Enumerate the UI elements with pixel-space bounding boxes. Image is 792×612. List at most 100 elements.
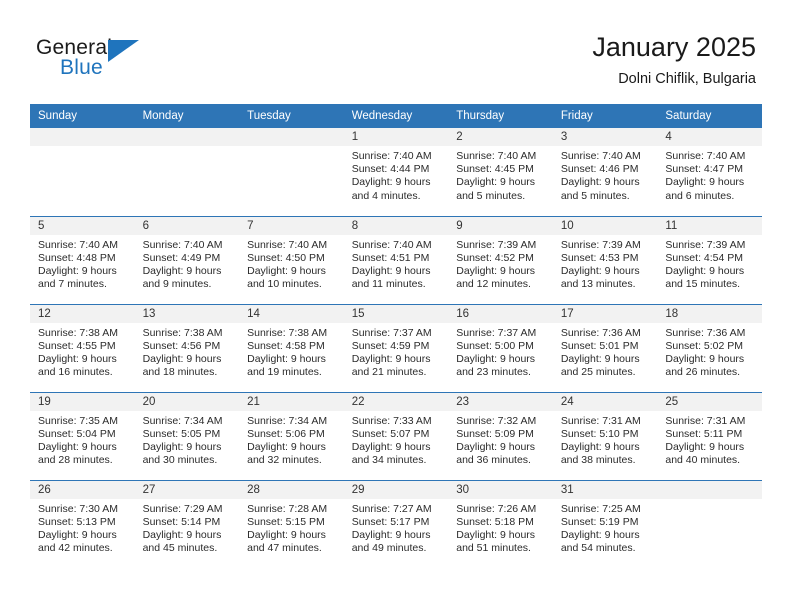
- sunset-text: Sunset: 5:05 PM: [142, 427, 221, 440]
- weekday-header-thursday: Thursday: [448, 104, 553, 128]
- day-sun-info: Sunrise: 7:38 AM Sunset: 4:58 PM Daylight:…: [239, 323, 344, 380]
- calendar-day-cell[interactable]: 27 Sunrise: 7:29 AM Sunset: 5:14 PM Dayligh…: [134, 479, 240, 569]
- weekday-header-tuesday: Tuesday: [239, 104, 344, 128]
- calendar-day-cell[interactable]: 26 Sunrise: 7:30 AM Sunset: 5:13 PM Dayligh…: [30, 479, 135, 569]
- day-number: 26: [30, 480, 135, 499]
- day-number: 10: [552, 216, 658, 235]
- sunset-text: Sunset: 4:58 PM: [247, 339, 325, 352]
- calendar-day-cell[interactable]: 13 Sunrise: 7:38 AM Sunset: 4:56 PM Dayligh…: [134, 303, 240, 392]
- day-sun-info: Sunrise: 7:38 AM Sunset: 4:56 PM Daylight:…: [135, 323, 240, 380]
- day-sun-info: Sunrise: 7:33 AM Sunset: 5:07 PM Daylight:…: [344, 411, 449, 468]
- daylight-text: Daylight: 9 hours and 42 minutes.: [38, 528, 117, 555]
- calendar-day-cell[interactable]: 25 Sunrise: 7:31 AM Sunset: 5:11 PM Dayligh…: [657, 391, 762, 480]
- calendar-day-cell[interactable]: 19 Sunrise: 7:35 AM Sunset: 5:04 PM Dayligh…: [30, 391, 135, 480]
- calendar-day-cell[interactable]: 16 Sunrise: 7:37 AM Sunset: 5:00 PM Dayligh…: [448, 303, 553, 392]
- day-cell-content: 3 Sunrise: 7:40 AM Sunset: 4:46 PM Daylight…: [552, 128, 658, 216]
- triangle-right-icon: [108, 40, 139, 62]
- calendar-day-cell-empty: [134, 128, 240, 216]
- day-cell-content: 6 Sunrise: 7:40 AM Sunset: 4:49 PM Daylight…: [134, 216, 240, 304]
- day-number: 6: [134, 216, 240, 235]
- day-cell-content: 27 Sunrise: 7:29 AM Sunset: 5:14 PM Dayligh…: [134, 480, 240, 569]
- calendar-day-cell[interactable]: 2 Sunrise: 7:40 AM Sunset: 4:45 PM Daylight…: [448, 128, 553, 216]
- day-sun-info: Sunrise: 7:34 AM Sunset: 5:06 PM Daylight:…: [239, 411, 344, 468]
- day-number: 20: [134, 392, 240, 411]
- calendar-day-cell[interactable]: 29 Sunrise: 7:27 AM Sunset: 5:17 PM Dayligh…: [343, 479, 449, 568]
- day-cell-content: 19 Sunrise: 7:35 AM Sunset: 5:04 PM Dayligh…: [30, 392, 135, 480]
- calendar-day-cell[interactable]: 23 Sunrise: 7:32 AM Sunset: 5:09 PM Dayligh…: [448, 391, 553, 480]
- sunrise-text: Sunrise: 7:40 AM: [247, 238, 328, 251]
- day-cell-content: 23 Sunrise: 7:32 AM Sunset: 5:09 PM Dayligh…: [448, 392, 553, 480]
- day-cell-content: 26 Sunrise: 7:30 AM Sunset: 5:13 PM Dayligh…: [30, 480, 135, 569]
- calendar-day-cell[interactable]: 15 Sunrise: 7:37 AM Sunset: 4:59 PM Dayligh…: [343, 303, 449, 392]
- calendar-day-cell[interactable]: 30 Sunrise: 7:26 AM Sunset: 5:18 PM Dayligh…: [448, 479, 553, 568]
- calendar-day-cell[interactable]: 28 Sunrise: 7:28 AM Sunset: 5:15 PM Dayligh…: [239, 479, 344, 568]
- day-cell-content: 31 Sunrise: 7:25 AM Sunset: 5:19 PM Dayligh…: [552, 480, 658, 569]
- calendar-day-cell[interactable]: 10 Sunrise: 7:39 AM Sunset: 4:53 PM Dayligh…: [552, 215, 658, 304]
- weekday-header-monday: Monday: [134, 104, 240, 128]
- daylight-text: Daylight: 9 hours and 4 minutes.: [351, 176, 431, 202]
- sunrise-text: Sunrise: 7:36 AM: [665, 326, 746, 339]
- daylight-text: Daylight: 9 hours and 51 minutes.: [456, 528, 536, 555]
- sunrise-text: Sunrise: 7:40 AM: [351, 150, 432, 162]
- day-sun-info: Sunrise: 7:37 AM Sunset: 5:00 PM Daylight:…: [448, 323, 553, 380]
- calendar-day-cell[interactable]: 6 Sunrise: 7:40 AM Sunset: 4:49 PM Daylight…: [134, 215, 240, 304]
- day-cell-content: 24 Sunrise: 7:31 AM Sunset: 5:10 PM Dayligh…: [552, 392, 658, 480]
- day-number: 4: [657, 128, 762, 146]
- calendar-day-cell[interactable]: 24 Sunrise: 7:31 AM Sunset: 5:10 PM Dayligh…: [552, 391, 658, 480]
- daylight-text: Daylight: 9 hours and 10 minutes.: [247, 264, 326, 291]
- day-sun-info: Sunrise: 7:31 AM Sunset: 5:10 PM Daylight:…: [553, 411, 658, 468]
- day-sun-info: Sunrise: 7:34 AM Sunset: 5:05 PM Daylight:…: [135, 411, 240, 468]
- sunset-text: Sunset: 4:55 PM: [38, 339, 116, 352]
- daylight-text: Daylight: 9 hours and 30 minutes.: [142, 440, 222, 467]
- page-subtitle: Dolni Chiflik, Bulgaria: [618, 71, 756, 87]
- calendar-day-cell-empty: [239, 128, 344, 216]
- sunrise-text: Sunrise: 7:36 AM: [560, 326, 641, 339]
- daylight-text: Daylight: 9 hours and 25 minutes.: [560, 352, 640, 379]
- sunrise-text: Sunrise: 7:38 AM: [142, 326, 223, 339]
- calendar-day-cell[interactable]: 22 Sunrise: 7:33 AM Sunset: 5:07 PM Dayligh…: [343, 391, 449, 480]
- sunrise-text: Sunrise: 7:30 AM: [38, 502, 118, 515]
- sunrise-text: Sunrise: 7:38 AM: [38, 326, 118, 339]
- day-number: 8: [343, 216, 449, 235]
- day-sun-info: Sunrise: 7:40 AM Sunset: 4:45 PM Daylight:…: [448, 146, 553, 203]
- calendar-day-cell[interactable]: 20 Sunrise: 7:34 AM Sunset: 5:05 PM Dayligh…: [134, 391, 240, 480]
- sunrise-text: Sunrise: 7:40 AM: [142, 238, 223, 251]
- sunset-text: Sunset: 5:02 PM: [665, 339, 744, 352]
- sunrise-text: Sunrise: 7:40 AM: [351, 238, 432, 251]
- daylight-text: Daylight: 9 hours and 54 minutes.: [560, 528, 640, 555]
- day-sun-info: Sunrise: 7:31 AM Sunset: 5:11 PM Daylight:…: [657, 411, 762, 468]
- day-number: 28: [239, 480, 344, 499]
- calendar-day-cell[interactable]: 4 Sunrise: 7:40 AM Sunset: 4:47 PM Daylight…: [657, 128, 762, 216]
- day-cell-content: 4 Sunrise: 7:40 AM Sunset: 4:47 PM Daylight…: [657, 128, 762, 216]
- calendar-day-cell[interactable]: 21 Sunrise: 7:34 AM Sunset: 5:06 PM Dayligh…: [239, 391, 344, 480]
- day-number: 21: [239, 392, 344, 411]
- day-cell-content: 7 Sunrise: 7:40 AM Sunset: 4:50 PM Daylight…: [239, 216, 344, 304]
- day-sun-info: Sunrise: 7:25 AM Sunset: 5:19 PM Daylight:…: [553, 499, 658, 556]
- calendar-day-cell[interactable]: 5 Sunrise: 7:40 AM Sunset: 4:48 PM Daylight…: [30, 215, 135, 304]
- day-cell-content: 10 Sunrise: 7:39 AM Sunset: 4:53 PM Dayligh…: [552, 216, 658, 304]
- day-sun-info: Sunrise: 7:39 AM Sunset: 4:53 PM Daylight:…: [553, 235, 658, 292]
- calendar-day-cell[interactable]: 17 Sunrise: 7:36 AM Sunset: 5:01 PM Dayligh…: [552, 303, 658, 392]
- calendar-day-cell[interactable]: 8 Sunrise: 7:40 AM Sunset: 4:51 PM Daylight…: [343, 215, 449, 304]
- day-cell-content: 17 Sunrise: 7:36 AM Sunset: 5:01 PM Dayligh…: [552, 304, 658, 392]
- daylight-text: Daylight: 9 hours and 7 minutes.: [38, 264, 117, 291]
- calendar-day-cell[interactable]: 9 Sunrise: 7:39 AM Sunset: 4:52 PM Daylight…: [448, 215, 553, 304]
- calendar-day-cell[interactable]: 12 Sunrise: 7:38 AM Sunset: 4:55 PM Dayligh…: [30, 303, 135, 392]
- sunset-text: Sunset: 4:52 PM: [456, 251, 534, 264]
- sunset-text: Sunset: 5:13 PM: [38, 515, 116, 528]
- day-cell-content: [239, 128, 344, 216]
- logo-text-blue: Blue: [60, 56, 103, 79]
- calendar-day-cell[interactable]: 31 Sunrise: 7:25 AM Sunset: 5:19 PM Dayligh…: [552, 479, 658, 569]
- sunset-text: Sunset: 4:51 PM: [351, 251, 430, 264]
- day-cell-content: 16 Sunrise: 7:37 AM Sunset: 5:00 PM Dayligh…: [448, 304, 553, 392]
- calendar-day-cell[interactable]: 1 Sunrise: 7:40 AM Sunset: 4:44 PM Daylight…: [343, 128, 449, 216]
- day-sun-info: Sunrise: 7:29 AM Sunset: 5:14 PM Daylight:…: [135, 499, 240, 556]
- calendar-day-cell[interactable]: 18 Sunrise: 7:36 AM Sunset: 5:02 PM Dayligh…: [657, 303, 762, 392]
- day-number: 3: [552, 128, 658, 146]
- daylight-text: Daylight: 9 hours and 12 minutes.: [456, 264, 536, 291]
- calendar-day-cell[interactable]: 11 Sunrise: 7:39 AM Sunset: 4:54 PM Dayligh…: [657, 215, 762, 304]
- day-cell-content: 22 Sunrise: 7:33 AM Sunset: 5:07 PM Dayligh…: [343, 392, 449, 480]
- calendar-day-cell[interactable]: 3 Sunrise: 7:40 AM Sunset: 4:46 PM Daylight…: [552, 128, 658, 216]
- calendar-day-cell[interactable]: 7 Sunrise: 7:40 AM Sunset: 4:50 PM Daylight…: [239, 215, 344, 304]
- calendar-day-cell[interactable]: 14 Sunrise: 7:38 AM Sunset: 4:58 PM Dayligh…: [239, 303, 344, 392]
